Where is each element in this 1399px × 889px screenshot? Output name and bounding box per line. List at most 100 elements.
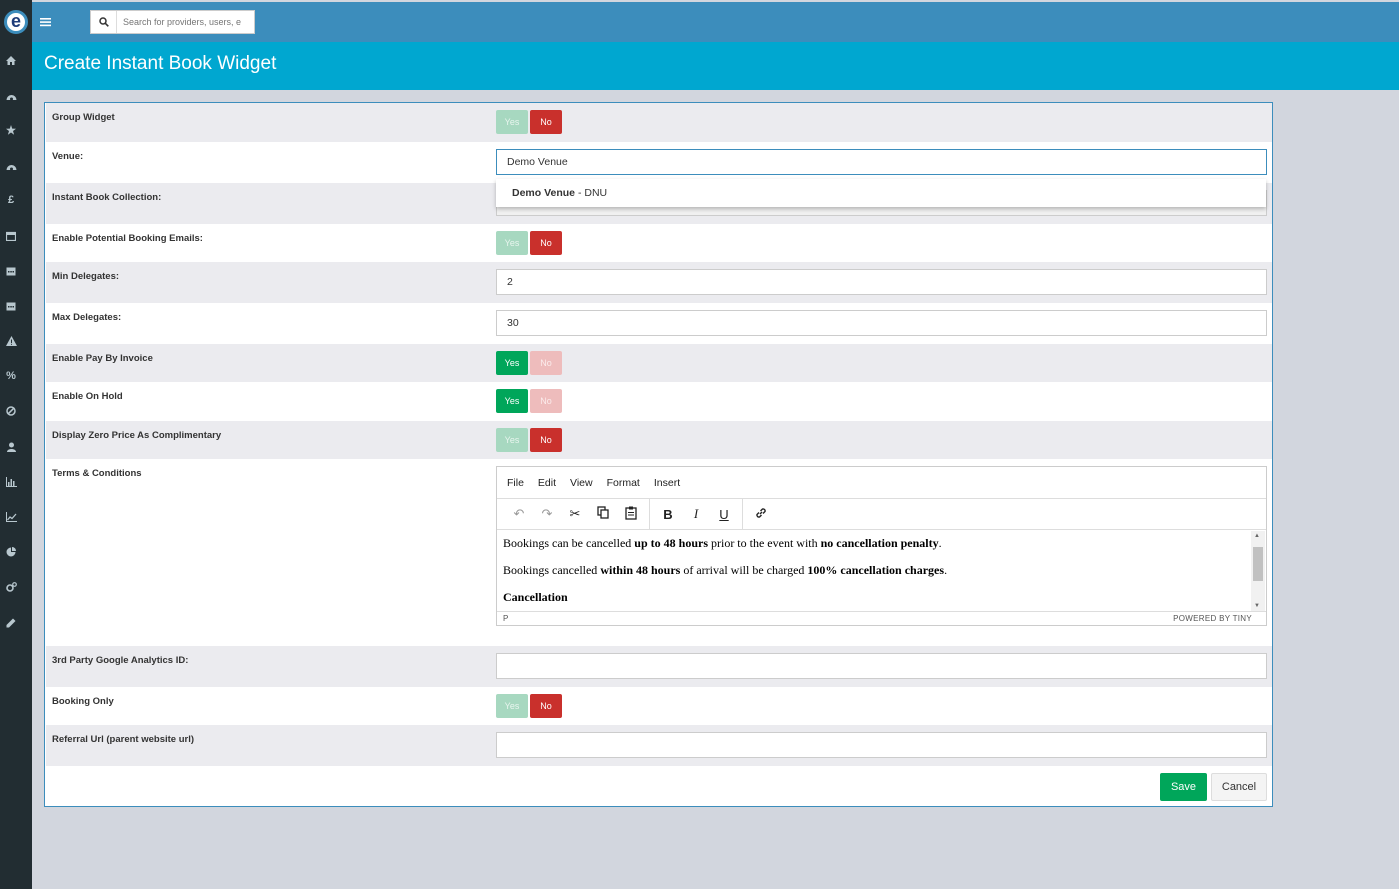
on-hold-no-button[interactable]: No [530, 389, 562, 413]
row-ga-id: 3rd Party Google Analytics ID: [46, 646, 1272, 687]
page-header: Create Instant Book Widget [32, 42, 1399, 90]
pay-by-invoice-no-button[interactable]: No [530, 351, 562, 375]
cancel-button[interactable]: Cancel [1211, 773, 1267, 801]
percent-icon[interactable]: % [0, 368, 22, 384]
venue-label: Venue: [52, 151, 84, 162]
booking-only-yes-button[interactable]: Yes [496, 694, 528, 718]
venue-suggestion-item[interactable]: Demo Venue - DNU [496, 179, 1266, 207]
venue-suggestion-match: Demo Venue [512, 187, 576, 199]
user-icon[interactable] [0, 439, 22, 455]
toolbar-separator [742, 498, 743, 530]
referral-url-label: Referral Url (parent website url) [52, 734, 195, 745]
max-delegates-label: Max Delegates: [52, 312, 122, 323]
top-navbar [32, 2, 1399, 42]
toolbar-separator [649, 498, 650, 530]
editor-statusbar: P POWERED BY TINY [497, 611, 1266, 625]
row-min-delegates: Min Delegates: 2 [46, 262, 1272, 303]
group-widget-yes-button[interactable]: Yes [496, 110, 528, 134]
row-on-hold: Enable On Hold Yes No [46, 382, 1272, 421]
search-input[interactable] [117, 17, 252, 27]
ban-icon[interactable] [0, 403, 22, 419]
menu-icon[interactable] [40, 14, 56, 30]
form-panel: Group Widget Yes No Venue: Demo Venue In… [44, 102, 1273, 807]
line-chart-icon[interactable] [0, 509, 22, 525]
pay-by-invoice-yes-button[interactable]: Yes [496, 351, 528, 375]
underline-icon[interactable]: U [710, 507, 738, 522]
editor-menu-insert[interactable]: Insert [654, 477, 680, 489]
booking-only-toggle: Yes No [496, 694, 562, 718]
editor-menu-format[interactable]: Format [607, 477, 640, 489]
pencil-icon[interactable] [0, 615, 22, 631]
scroll-up-icon[interactable]: ▲ [1254, 533, 1260, 539]
ga-id-label: 3rd Party Google Analytics ID: [52, 655, 189, 666]
terms-heading-cancellation: Cancellation [503, 590, 568, 604]
zero-price-yes-button[interactable]: Yes [496, 428, 528, 452]
editor-toolbar: ↶ ↷ ✂ B I U [497, 498, 1266, 530]
undo-icon[interactable]: ↶ [505, 506, 533, 522]
pie-chart-icon[interactable] [0, 544, 22, 560]
copy-icon[interactable] [589, 506, 617, 522]
editor-menu-edit[interactable]: Edit [538, 477, 556, 489]
editor-menu-file[interactable]: File [507, 477, 524, 489]
editor-menu-view[interactable]: View [570, 477, 593, 489]
powered-by-tiny[interactable]: POWERED BY TINY [1173, 614, 1252, 623]
row-max-delegates: Max Delegates: 30 [46, 303, 1272, 344]
group-widget-no-button[interactable]: No [530, 110, 562, 134]
ga-id-input[interactable] [496, 653, 1267, 679]
row-booking-only: Booking Only Yes No [46, 687, 1272, 725]
search-icon[interactable] [91, 11, 117, 33]
potential-emails-yes-button[interactable]: Yes [496, 231, 528, 255]
scrollbar-thumb[interactable] [1253, 547, 1263, 581]
on-hold-yes-button[interactable]: Yes [496, 389, 528, 413]
group-widget-label: Group Widget [52, 112, 115, 123]
home-icon[interactable] [0, 52, 22, 68]
cogs-icon[interactable] [0, 579, 22, 595]
referral-url-input[interactable] [496, 732, 1267, 758]
on-hold-toggle: Yes No [496, 389, 562, 413]
bold-icon[interactable]: B [654, 507, 682, 522]
venue-input[interactable]: Demo Venue [496, 149, 1267, 175]
italic-icon[interactable]: I [682, 506, 710, 522]
calendar-icon[interactable] [0, 298, 22, 314]
logo-icon: e [4, 10, 28, 34]
venue-suggestion-rest: - DNU [575, 187, 608, 199]
editor-scrollbar[interactable]: ▲ ▼ [1251, 531, 1265, 611]
sidebar: e £ % [0, 0, 32, 889]
warning-icon[interactable] [0, 333, 22, 349]
potential-emails-label: Enable Potential Booking Emails: [52, 233, 203, 244]
logo[interactable]: e [0, 2, 32, 42]
potential-emails-toggle: Yes No [496, 231, 562, 255]
row-referral-url: Referral Url (parent website url) [46, 725, 1272, 766]
potential-emails-no-button[interactable]: No [530, 231, 562, 255]
scroll-down-icon[interactable]: ▼ [1254, 603, 1260, 609]
pay-by-invoice-toggle: Yes No [496, 351, 562, 375]
zero-price-no-button[interactable]: No [530, 428, 562, 452]
redo-icon[interactable]: ↷ [533, 506, 561, 522]
calendar-icon[interactable] [0, 263, 22, 279]
search-box [90, 10, 255, 34]
group-widget-toggle: Yes No [496, 110, 562, 134]
calendar-icon[interactable] [0, 228, 22, 244]
min-delegates-label: Min Delegates: [52, 271, 120, 282]
on-hold-label: Enable On Hold [52, 391, 123, 402]
row-group-widget: Group Widget Yes No [46, 103, 1272, 142]
dashboard-icon[interactable] [0, 88, 22, 104]
cut-icon[interactable]: ✂ [561, 506, 589, 522]
dashboard-icon[interactable] [0, 158, 22, 174]
max-delegates-input[interactable]: 30 [496, 310, 1267, 336]
row-terms: Terms & Conditions File Edit View Format… [46, 459, 1272, 646]
link-icon[interactable] [747, 506, 775, 523]
terms-paragraph-1: Bookings can be cancelled up to 48 hours… [503, 536, 942, 550]
element-path[interactable]: P [503, 614, 508, 623]
editor-content[interactable]: Bookings can be cancelled up to 48 hours… [497, 530, 1266, 611]
paste-icon[interactable] [617, 506, 645, 523]
row-pay-by-invoice: Enable Pay By Invoice Yes No [46, 344, 1272, 382]
pound-icon[interactable]: £ [0, 192, 22, 208]
bar-chart-icon[interactable] [0, 474, 22, 490]
star-icon[interactable] [0, 122, 22, 138]
terms-label: Terms & Conditions [52, 468, 142, 479]
save-button[interactable]: Save [1160, 773, 1207, 801]
booking-only-no-button[interactable]: No [530, 694, 562, 718]
pay-by-invoice-label: Enable Pay By Invoice [52, 353, 153, 364]
min-delegates-input[interactable]: 2 [496, 269, 1267, 295]
